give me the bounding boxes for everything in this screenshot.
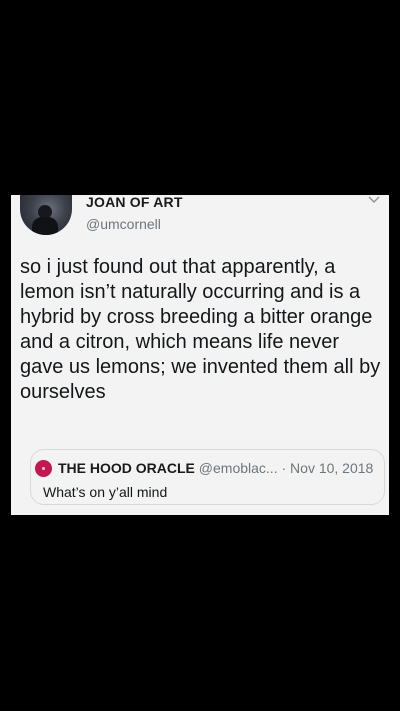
quoted-tweet-date[interactable]: Nov 10, 2018 — [290, 460, 373, 476]
tweet-text: so i just found out that apparently, a l… — [20, 256, 381, 403]
quoted-tweet-text: What’s on y’all mind — [43, 484, 168, 500]
meta-separator: · — [281, 460, 287, 476]
chevron-down-icon[interactable] — [368, 196, 380, 204]
author-handle[interactable]: @umcornell — [86, 216, 161, 232]
user-avatar[interactable] — [20, 195, 72, 235]
avatar-dot-shape — [42, 467, 45, 470]
quoted-tweet-header: THE HOOD ORACLE @emoblac... · Nov 10, 20… — [58, 460, 373, 477]
quoted-tweet[interactable]: THE HOOD ORACLE @emoblac... · Nov 10, 20… — [30, 449, 385, 505]
quoted-author-handle[interactable]: @emoblac... — [199, 460, 278, 476]
avatar-body-shape — [32, 217, 58, 235]
tweet-card: JOAN OF ART @umcornell so i just found o… — [11, 195, 389, 515]
quoted-author-avatar[interactable] — [35, 460, 52, 477]
quoted-author-name[interactable]: THE HOOD ORACLE — [58, 460, 195, 476]
author-display-name[interactable]: JOAN OF ART — [86, 195, 183, 209]
